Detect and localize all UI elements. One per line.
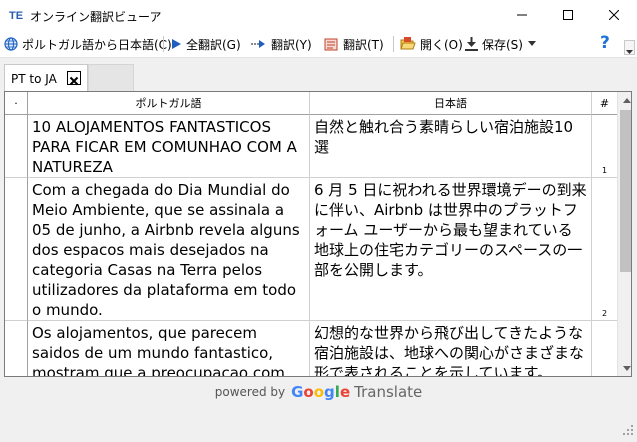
google-letter: o (313, 383, 325, 401)
minimize-button[interactable] (499, 0, 545, 30)
translate-y-button[interactable]: 翻訳(Y) (251, 35, 312, 53)
minimize-icon (517, 14, 527, 16)
tab-pt-to-ja[interactable]: PT to JA (4, 64, 88, 92)
translate-arrow-icon (251, 40, 265, 48)
tab-label: PT to JA (11, 72, 57, 86)
row-number: 1 (592, 115, 617, 178)
translate-label: Translate (354, 383, 423, 401)
target-cell[interactable]: 6 月 5 日に祝われる世界環境デーの到来に伴い、Airbnb は世界中のプラッ… (310, 178, 592, 321)
translate-all-button[interactable]: 全翻訳(G) (170, 35, 241, 53)
google-letter: e (339, 383, 351, 401)
header-number[interactable]: # (592, 92, 617, 115)
translate-book-icon (324, 38, 338, 51)
translation-grid: · ポルトガル語 日本語 # 10 ALOJAMENTOS FANTASTICO… (4, 91, 632, 377)
row-header[interactable] (5, 178, 28, 321)
close-icon (69, 76, 79, 86)
window-title: オンライン翻訳ビューア (30, 10, 162, 24)
close-button[interactable] (591, 0, 637, 30)
open-button[interactable]: 開く(O) (400, 35, 463, 53)
app-icon: TE (8, 7, 24, 23)
scroll-thumb[interactable] (620, 110, 631, 272)
title-bar: TE オンライン翻訳ビューア (0, 0, 637, 30)
target-cell[interactable]: 幻想的な世界から飛び出してきたような宿泊施設は、地球への関心がさまざまな形で表さ… (310, 321, 592, 376)
folder-open-icon (400, 37, 416, 50)
save-button[interactable]: 保存(S) (465, 35, 540, 53)
scroll-down-button[interactable] (618, 360, 631, 376)
vertical-scrollbar[interactable] (617, 92, 631, 376)
status-bar (0, 407, 637, 442)
row-header[interactable] (5, 115, 28, 178)
google-logo: Google (291, 383, 350, 401)
tab-strip: PT to JA (0, 58, 637, 92)
save-label: 保存(S) (482, 37, 523, 52)
row-header[interactable] (5, 321, 28, 376)
row-number: 2 (592, 178, 617, 321)
powered-by-label: powered by (214, 385, 286, 399)
tab-new[interactable] (88, 64, 134, 92)
header-marker: · (5, 92, 28, 115)
download-icon (465, 37, 478, 51)
google-letter: G (291, 383, 304, 401)
header-source-language[interactable]: ポルトガル語 (28, 92, 310, 115)
translate-all-label: 全翻訳(G) (186, 37, 241, 52)
toolbar: ポルトガル語から日本語(C) 全翻訳(G) 翻訳(Y) 翻訳(T) 開く(O) (0, 30, 637, 58)
svg-text:TE: TE (9, 10, 23, 22)
powered-by-google-translate: powered by Google Translate (0, 377, 637, 407)
maximize-button[interactable] (545, 0, 591, 30)
source-cell[interactable]: Com a chegada do Dia Mundial do Meio Amb… (28, 178, 310, 321)
source-cell[interactable]: Os alojamentos, que parecem saidos de um… (28, 321, 310, 376)
translate-y-label: 翻訳(Y) (271, 37, 312, 52)
dropdown-arrow-icon (527, 41, 536, 46)
row-number (592, 321, 617, 376)
target-cell[interactable]: 自然と触れ合う素晴らしい宿泊施設10選 (310, 115, 592, 178)
chevron-down-icon (626, 50, 633, 54)
resize-grip-icon[interactable] (622, 424, 634, 436)
source-cell[interactable]: 10 ALOJAMENTOS FANTASTICOS PARA FICAR EM… (28, 115, 310, 178)
play-icon (172, 39, 181, 49)
toolbar-overflow-button[interactable] (624, 40, 635, 55)
header-target-language[interactable]: 日本語 (310, 92, 592, 115)
close-icon (609, 10, 619, 20)
help-button[interactable]: ? (600, 33, 610, 53)
lang-pair-label: ポルトガル語から日本語(C) (22, 37, 172, 52)
tab-close-button[interactable] (67, 71, 81, 86)
open-label: 開く(O) (420, 37, 463, 52)
chevron-down-icon (622, 366, 631, 371)
google-letter: o (303, 383, 314, 401)
globe-icon (4, 37, 18, 51)
lang-pair-button[interactable]: ポルトガル語から日本語(C) (4, 35, 172, 53)
scroll-up-button[interactable] (618, 92, 631, 109)
maximize-icon (563, 10, 573, 20)
google-letter: g (324, 383, 335, 401)
translate-t-button[interactable]: 翻訳(T) (324, 35, 384, 53)
toolbar-separator (393, 36, 394, 52)
translate-t-label: 翻訳(T) (343, 37, 384, 52)
toolbar-separator (163, 36, 164, 52)
chevron-up-icon (622, 98, 631, 103)
